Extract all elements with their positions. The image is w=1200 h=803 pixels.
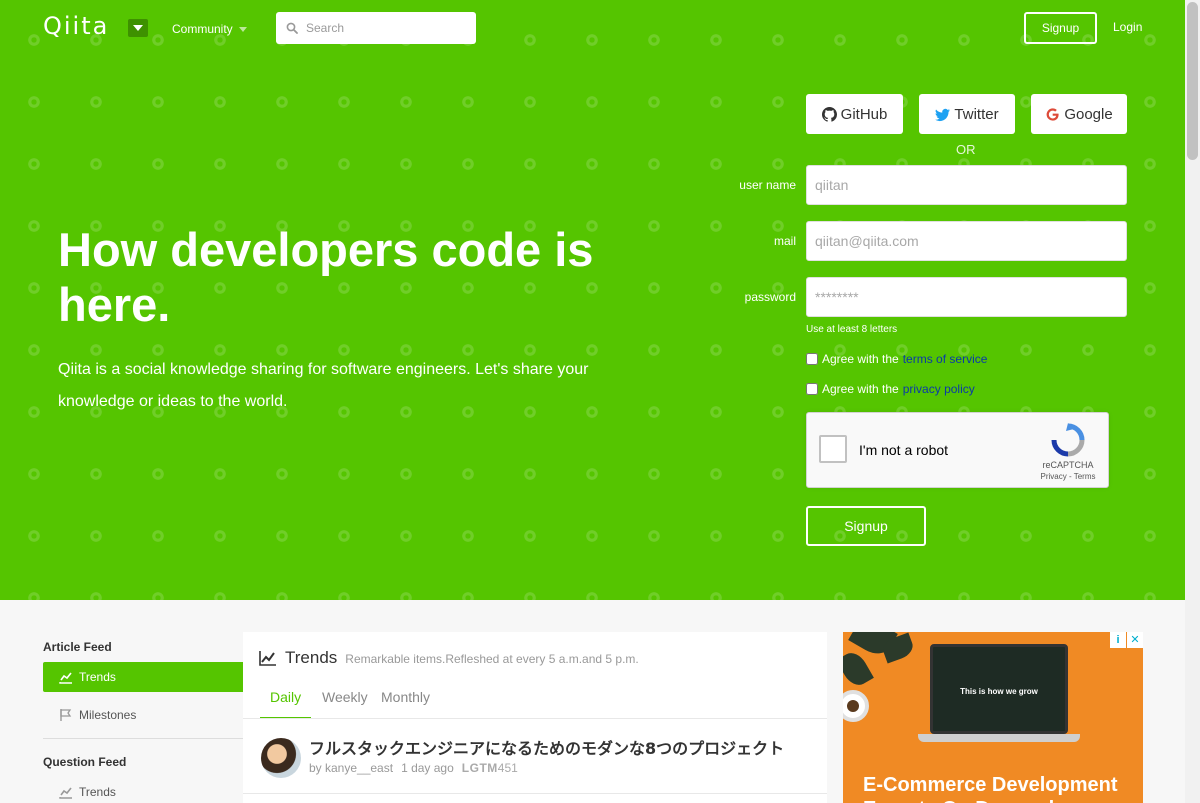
community-label: Community	[172, 22, 233, 36]
page-scrollbar[interactable]	[1185, 0, 1200, 803]
sidebar-item-label: Milestones	[79, 708, 137, 722]
recaptcha-checkbox[interactable]	[819, 435, 847, 463]
feed-title: Trends	[285, 648, 338, 667]
sidebar-item-question-trends[interactable]: Trends	[43, 777, 243, 803]
feed-header: Trends Remarkable items.Refleshed at eve…	[259, 648, 639, 668]
login-link[interactable]: Login	[1113, 20, 1142, 34]
password-input[interactable]	[806, 277, 1127, 317]
privacy-checkbox[interactable]	[806, 383, 818, 395]
advertisement[interactable]: This is how we grow E-Commerce Developme…	[843, 632, 1143, 803]
trends-feed: Trends Remarkable items.Refleshed at eve…	[243, 632, 827, 803]
signup-nav-button[interactable]: Signup	[1024, 12, 1097, 44]
recaptcha-logo-icon	[1051, 423, 1085, 457]
hero-description: Qiita is a social knowledge sharing for …	[58, 361, 589, 410]
google-icon	[1046, 107, 1059, 121]
feed-subtitle: Remarkable items.Refleshed at every 5 a.…	[345, 652, 639, 666]
article-title[interactable]: フルスタックエンジニアになるためのモダンな8つのプロジェクト	[309, 735, 784, 759]
scrollbar-thumb[interactable]	[1187, 2, 1198, 160]
coffee-cup-icon	[843, 690, 869, 722]
ad-headline: E-Commerce Development Experts On Demand	[863, 774, 1118, 803]
hero-title: How developers code is here.	[58, 223, 594, 331]
trend-chart-icon	[59, 672, 72, 684]
signup-submit-button[interactable]: Signup	[806, 506, 926, 546]
mail-input[interactable]	[806, 221, 1127, 261]
terms-checkbox[interactable]	[806, 353, 818, 365]
flag-icon	[60, 709, 72, 721]
lgtm-count: 451	[497, 761, 518, 775]
laptop-base	[918, 734, 1080, 742]
sidebar-item-label: Trends	[79, 670, 116, 684]
username-input[interactable]	[806, 165, 1127, 205]
terms-prefix: Agree with the	[822, 352, 899, 366]
ad-controls: i ✕	[1110, 632, 1143, 648]
laptop-icon: This is how we grow	[930, 644, 1068, 734]
search-box[interactable]	[276, 12, 476, 44]
hero-section: Qiita Community Signup Login How develop…	[0, 0, 1185, 600]
google-label: Google	[1064, 105, 1113, 123]
password-hint: Use at least 8 letters	[806, 324, 898, 335]
mail-label: mail	[773, 234, 796, 248]
trend-chart-icon	[259, 651, 276, 666]
terms-of-service-link[interactable]: terms of service	[903, 352, 988, 366]
ad-close-icon[interactable]: ✕	[1127, 632, 1143, 648]
article-time: 1 day ago	[401, 761, 454, 775]
logo-dropdown-button[interactable]	[128, 19, 148, 37]
password-label: password	[744, 290, 796, 304]
qiita-logo[interactable]: Qiita	[43, 12, 109, 40]
avatar[interactable]	[261, 738, 301, 778]
twitter-icon	[935, 108, 951, 121]
privacy-agreement: Agree with the privacy policy	[806, 382, 975, 396]
tab-monthly[interactable]: Monthly	[381, 689, 430, 719]
username-label: user name	[739, 178, 796, 192]
leaf-decoration-icon	[843, 648, 874, 690]
sidebar-item-label: Trends	[79, 785, 116, 799]
twitter-signup-button[interactable]: Twitter	[919, 94, 1015, 134]
google-signup-button[interactable]: Google	[1031, 94, 1127, 134]
top-navbar: Qiita Community Signup Login	[0, 0, 1185, 56]
github-label: GitHub	[840, 105, 888, 123]
sidebar-item-milestones[interactable]: Milestones	[43, 700, 243, 730]
twitter-label: Twitter	[954, 105, 999, 123]
lgtm-badge: LGTM451	[462, 761, 518, 775]
privacy-policy-link[interactable]: privacy policy	[903, 382, 975, 396]
community-menu[interactable]: Community	[172, 22, 247, 36]
lgtm-label: LGTM	[461, 761, 498, 775]
ad-screen-text: This is how we grow	[960, 687, 1038, 696]
recaptcha-widget: I'm not a robot reCAPTCHA Privacy - Term…	[806, 412, 1109, 488]
tab-daily[interactable]: Daily	[260, 689, 312, 719]
sidebar-divider	[43, 738, 243, 739]
article-feed-heading: Article Feed	[43, 640, 112, 654]
terms-agreement: Agree with the terms of service	[806, 352, 987, 366]
ad-info-icon[interactable]: i	[1110, 632, 1126, 648]
search-icon	[286, 22, 298, 34]
github-icon	[821, 106, 837, 122]
caret-down-icon	[238, 27, 247, 33]
list-item: フルスタックエンジニアになるためのモダンな8つのプロジェクト by kanye_…	[243, 719, 827, 794]
search-input[interactable]	[306, 12, 471, 44]
or-divider: OR	[956, 142, 976, 157]
recaptcha-links[interactable]: Privacy - Terms	[1033, 472, 1103, 481]
tab-weekly[interactable]: Weekly	[322, 689, 368, 719]
trend-chart-icon	[59, 787, 72, 799]
article-author[interactable]: by kanye__east	[309, 761, 393, 775]
recaptcha-brand: reCAPTCHA	[1042, 460, 1094, 470]
article-meta: by kanye__east 1 day ago LGTM451	[309, 761, 518, 775]
github-signup-button[interactable]: GitHub	[806, 94, 903, 134]
privacy-prefix: Agree with the	[822, 382, 899, 396]
question-feed-heading: Question Feed	[43, 755, 127, 769]
recaptcha-label: I'm not a robot	[859, 442, 949, 458]
sidebar-item-article-trends[interactable]: Trends	[43, 662, 243, 692]
